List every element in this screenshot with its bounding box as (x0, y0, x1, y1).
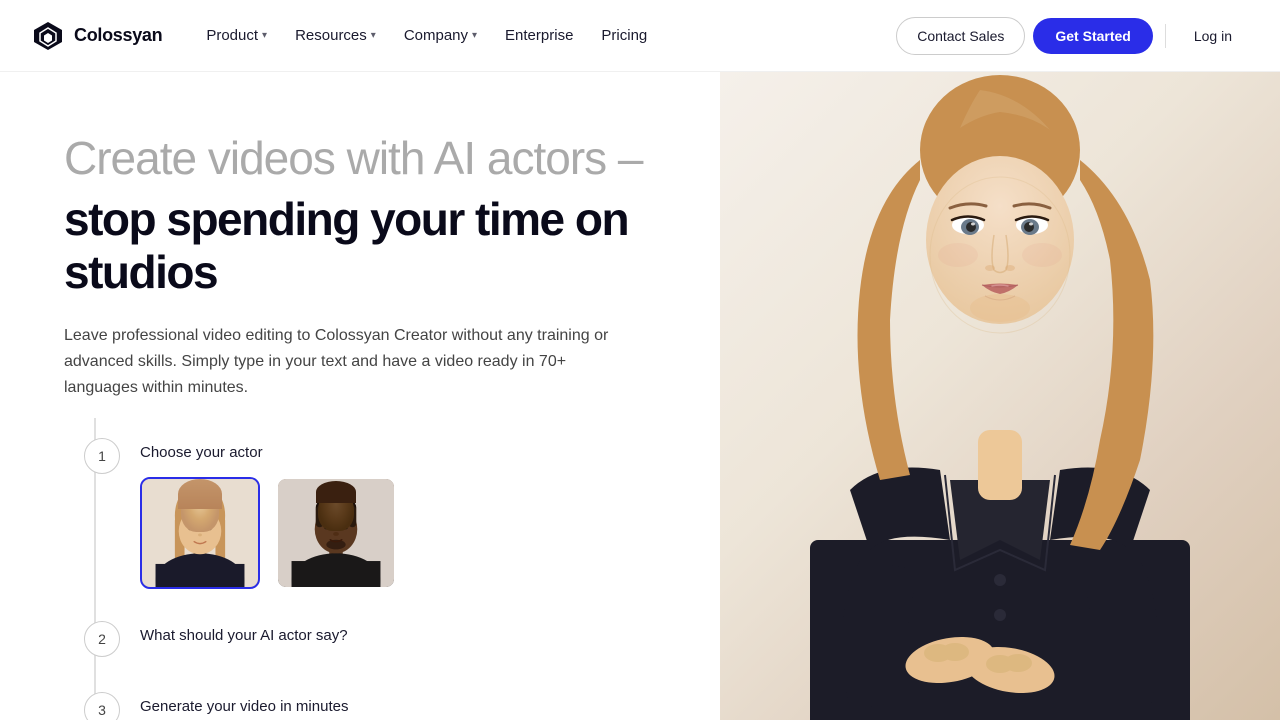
step-number-2: 2 (84, 621, 120, 657)
nav-left: Colossyan Product ▾ Resources ▾ Company … (32, 19, 659, 52)
step-2: 2 What should your AI actor say? (84, 621, 660, 660)
step-3: 3 Generate your video in minutes (84, 692, 660, 720)
nav-label-product: Product (206, 27, 258, 44)
actor-card-1[interactable] (140, 477, 260, 589)
logo[interactable]: Colossyan (32, 20, 162, 52)
step-1-label: Choose your actor (140, 444, 396, 461)
step-number-1: 1 (84, 438, 120, 474)
nav-item-resources[interactable]: Resources ▾ (283, 19, 388, 52)
logo-icon (32, 20, 64, 52)
get-started-button[interactable]: Get Started (1033, 18, 1152, 54)
step-1: 1 Choose your actor (84, 438, 660, 589)
hero-title-bold: stop spending your time on studios (64, 193, 660, 299)
nav-right: Contact Sales Get Started Log in (896, 17, 1248, 55)
actor-2-image (278, 479, 394, 587)
step-2-label: What should your AI actor say? (140, 627, 348, 644)
hero-section: Create videos with AI actors – stop spen… (0, 72, 1280, 720)
nav-links: Product ▾ Resources ▾ Company ▾ Enterpri… (194, 19, 659, 52)
ai-actress-figure (790, 72, 1210, 720)
nav-label-company: Company (404, 27, 468, 44)
nav-label-pricing: Pricing (601, 27, 647, 44)
step-3-label: Generate your video in minutes (140, 698, 348, 715)
step-number-3: 3 (84, 692, 120, 720)
step-3-content: Generate your video in minutes (140, 692, 348, 720)
chevron-down-icon: ▾ (371, 30, 376, 41)
step-2-content: What should your AI actor say? (140, 621, 348, 660)
navbar: Colossyan Product ▾ Resources ▾ Company … (0, 0, 1280, 72)
nav-label-enterprise: Enterprise (505, 27, 573, 44)
actor-1-image (142, 479, 258, 587)
hero-description: Leave professional video editing to Colo… (64, 323, 624, 402)
nav-label-resources: Resources (295, 27, 367, 44)
contact-sales-button[interactable]: Contact Sales (896, 17, 1025, 55)
nav-item-product[interactable]: Product ▾ (194, 19, 279, 52)
hero-image (720, 72, 1280, 720)
chevron-down-icon: ▾ (472, 30, 477, 41)
nav-divider (1165, 24, 1166, 48)
nav-item-enterprise[interactable]: Enterprise (493, 19, 585, 52)
nav-item-pricing[interactable]: Pricing (589, 19, 659, 52)
hero-content: Create videos with AI actors – stop spen… (0, 72, 660, 720)
chevron-down-icon: ▾ (262, 30, 267, 41)
hero-title-light: Create videos with AI actors – (64, 132, 660, 185)
actor-cards (140, 477, 396, 589)
step-1-content: Choose your actor (140, 438, 396, 589)
nav-item-company[interactable]: Company ▾ (392, 19, 489, 52)
actor-card-2[interactable] (276, 477, 396, 589)
login-button[interactable]: Log in (1178, 18, 1248, 54)
brand-name: Colossyan (74, 25, 162, 46)
steps-list: 1 Choose your actor (64, 438, 660, 720)
